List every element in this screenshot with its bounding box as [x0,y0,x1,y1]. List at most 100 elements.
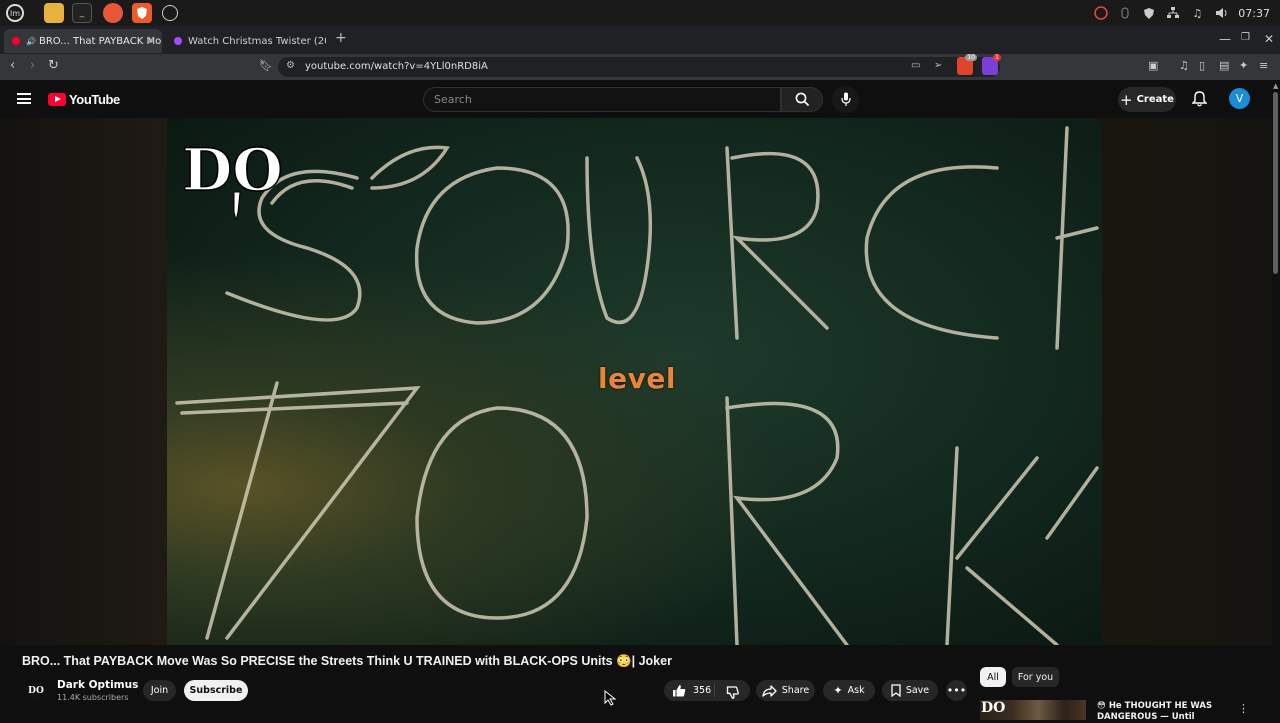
search-box [423,87,781,112]
app-icon[interactable] [162,5,178,21]
dislike-button[interactable] [726,684,740,703]
more-horiz-icon: ••• [946,684,967,697]
search-icon [795,92,809,107]
page-scrollbar[interactable]: ▲ [1272,80,1280,720]
brave-shields-icon[interactable]: 10 [957,54,977,75]
like-divider [714,684,715,697]
mint-menu-icon[interactable]: lm [4,3,26,23]
close-tab-icon[interactable]: ✕ [147,34,156,47]
volume-icon[interactable] [1214,6,1228,20]
create-button[interactable]: + Create [1118,87,1176,112]
like-button[interactable]: 356 [672,684,711,697]
more-actions-button[interactable]: ••• [946,680,967,701]
notifications-icon[interactable] [1191,91,1208,111]
recommendation-thumbnail[interactable]: DO [980,700,1086,720]
subscriber-count: 11.4K subscribers [57,693,129,702]
back-icon[interactable]: ‹ [10,58,15,73]
subscribe-button[interactable]: Subscribe [184,680,248,701]
guide-menu-icon[interactable] [17,93,31,104]
scroll-up-icon[interactable]: ▲ [1273,82,1278,90]
join-button[interactable]: Join [143,680,176,701]
shields-count-badge: 10 [965,54,977,61]
like-dislike-group: 356 [664,680,750,701]
channel-watermark-logo: DO [181,128,284,224]
files-icon[interactable] [44,3,64,23]
wallet-icon[interactable]: ▤ [1219,59,1229,72]
save-button[interactable]: Save [882,680,938,701]
chip-all[interactable]: All [980,667,1006,687]
address-bar[interactable]: ⚙︎ youtube.com/watch?v=4YLl0nRD8iA ▭ ➢ [278,57,1000,77]
browser-tab-strip: 🔊 BRO... That PAYBACK Mo ✕ Watch Christm… [0,26,1280,54]
share-label: Share [781,685,810,696]
clock[interactable]: 07:37 [1238,7,1270,20]
network-icon[interactable] [1166,6,1180,20]
sidebar-icon[interactable]: ▯ [1199,59,1205,72]
plus-icon: + [1120,90,1133,109]
os-top-panel: lm _ ♫ 07:37 [0,0,1280,26]
brave-rewards-icon[interactable]: 1 [982,54,1001,75]
screenshot-icon[interactable]: ▣ [1148,59,1158,72]
thumbs-up-icon [673,685,686,697]
menu-icon[interactable]: ≡ [1259,59,1268,72]
cast-icon[interactable]: ▭ [911,60,920,71]
media-icon[interactable]: ♫ [1179,59,1189,72]
share-icon [762,684,777,697]
create-label: Create [1136,94,1174,105]
ask-label: Ask [847,685,865,696]
youtube-favicon-icon [12,37,20,45]
site-info-icon[interactable]: ⚙︎ [286,60,295,71]
recommendation-menu-icon[interactable]: ⋮ [1238,702,1249,715]
watermark-text: DO [182,136,283,204]
account-avatar[interactable]: V [1229,88,1250,109]
browser-toolbar: ‹ › ↻ 🔖︎ ⚙︎ youtube.com/watch?v=4YLl0nRD… [0,54,1280,80]
tab-title: BRO... That PAYBACK Mo [38,35,162,47]
thumbs-down-icon [726,686,739,699]
mouse-cursor-icon [604,689,618,710]
url-text[interactable]: youtube.com/watch?v=4YLl0nRD8iA [305,61,488,72]
scrollbar-thumb[interactable] [1273,92,1278,274]
toggle-icon[interactable] [1118,6,1132,20]
tab-christmas-twister[interactable]: Watch Christmas Twister (2012) [166,29,326,53]
close-window-icon[interactable]: ✕ [1264,32,1274,46]
audio-playing-icon[interactable]: 🔊 [26,37,36,46]
new-tab-button[interactable]: + [335,30,347,46]
youtube-header: YouTube + Create V [0,80,1280,118]
channel-avatar[interactable]: DO [25,680,47,702]
tab-youtube[interactable]: 🔊 BRO... That PAYBACK Mo ✕ [4,29,162,53]
send-icon[interactable]: ➢ [934,60,942,71]
thumbnail-logo-text: DO [981,700,1006,716]
channel-name[interactable]: Dark Optimus [57,679,138,691]
like-count: 356 [693,685,712,696]
maximize-icon[interactable]: ❐ [1241,32,1250,43]
search-button[interactable] [781,87,823,112]
music-icon[interactable]: ♫ [1190,6,1204,20]
save-to-playlist-icon [891,684,901,697]
firefox-icon[interactable] [103,3,123,23]
youtube-logo[interactable]: YouTube [48,92,120,107]
ask-button[interactable]: ✦ Ask [823,680,875,701]
video-title: BRO... That PAYBACK Move Was So PRECISE … [22,654,672,668]
save-label: Save [905,685,930,696]
chip-for-you[interactable]: For you [1012,667,1059,687]
brave-icon[interactable] [132,3,152,23]
minimize-icon[interactable]: — [1219,32,1231,46]
svg-text:lm: lm [10,9,20,18]
search-input[interactable] [434,93,764,106]
bookmark-icon[interactable]: 🔖︎ [259,59,273,72]
tab-title: Watch Christmas Twister (2012) [188,35,326,47]
update-icon[interactable] [1094,6,1109,20]
microphone-icon [840,92,851,106]
subscribe-label: Subscribe [189,685,243,696]
voice-search-button[interactable] [832,86,859,113]
join-label: Join [150,685,169,696]
share-button[interactable]: Share [756,680,815,701]
youtube-play-icon [48,93,66,106]
leo-ai-icon[interactable]: ✦ [1239,59,1248,72]
forward-icon[interactable]: › [30,58,35,73]
system-tray: ♫ 07:37 [1094,0,1270,26]
terminal-icon[interactable]: _ [72,3,92,23]
site-favicon-icon [174,37,182,45]
reload-icon[interactable]: ↻ [48,58,59,73]
shield-icon[interactable] [1142,6,1156,20]
sparkle-icon: ✦ [833,684,843,697]
